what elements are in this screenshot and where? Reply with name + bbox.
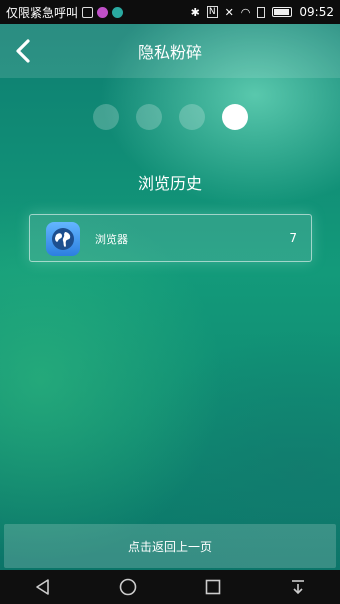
chevron-left-icon [16,39,30,63]
silent-icon: ✕ [224,5,234,19]
home-icon [119,578,136,596]
status-left: 仅限紧急呼叫 [6,4,124,21]
page-title: 隐私粉碎 [137,43,202,62]
status-right: ✱ N ✕ ◠ 09:52 [191,5,334,19]
return-button[interactable]: 点击返回上一页 [4,524,336,568]
step-dot-current [222,104,248,130]
browser-app-icon [46,222,80,256]
image-icon [82,6,94,18]
battery-icon [272,7,293,17]
list-item-count: 7 [289,231,297,245]
notifications-icon [291,580,304,595]
header-bar: 隐私粉碎 [0,24,340,78]
back-button[interactable] [10,36,38,66]
step-dot [136,104,162,130]
return-button-label: 点击返回上一页 [127,539,212,554]
nfc-icon: N [206,6,218,18]
clock: 09:52 [299,5,334,19]
list-item-browser[interactable]: 浏览器 7 [29,214,312,262]
step-indicator [93,104,248,130]
nav-back-button[interactable] [26,570,60,604]
background [0,0,340,604]
back-icon [35,579,49,595]
section-title: 浏览历史 [137,174,202,193]
carrier-text: 仅限紧急呼叫 [6,5,79,20]
list-item-label: 浏览器 [95,233,128,246]
bluetooth-icon: ✱ [190,5,200,19]
globe-icon [52,228,74,250]
recents-icon [205,579,220,595]
app-icon [112,6,124,18]
wifi-icon: ◠ [240,5,251,19]
message-icon [97,6,109,18]
navigation-bar [0,570,340,604]
nav-recents-button[interactable] [196,570,230,604]
nav-home-button[interactable] [111,570,145,604]
status-bar: 仅限紧急呼叫 ✱ N ✕ ◠ 09:52 [0,0,340,24]
sim-icon [257,6,266,18]
step-dot [93,104,119,130]
step-dot [179,104,205,130]
nav-notifications-button[interactable] [281,570,315,604]
